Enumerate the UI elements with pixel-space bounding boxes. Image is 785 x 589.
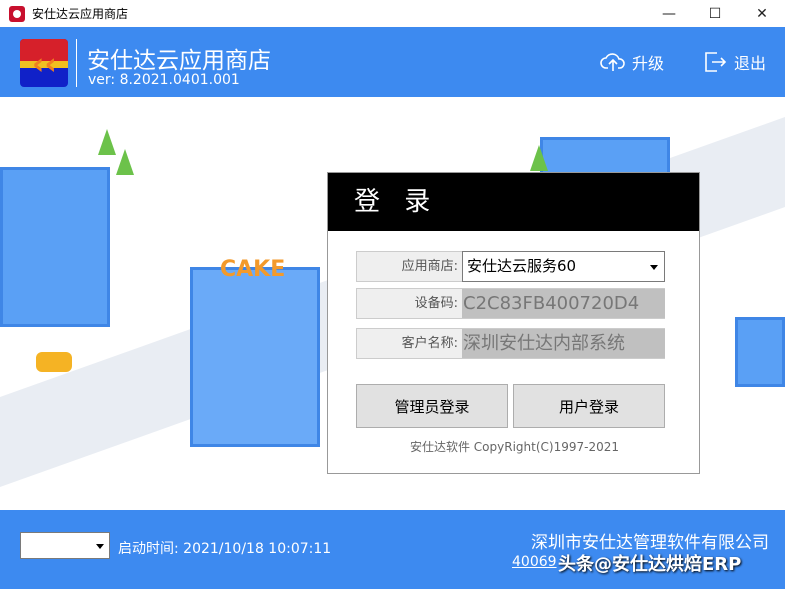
logout-icon — [705, 52, 727, 72]
customer-label: 客户名称: — [401, 336, 458, 351]
exit-button[interactable]: 退出 — [702, 49, 766, 75]
app-name: 安仕达云应用商店 — [87, 48, 271, 74]
maximize-button[interactable]: ☐ — [692, 0, 738, 27]
start-time: 启动时间: 2021/10/18 10:07:11 — [118, 541, 332, 557]
copyright: 安仕达软件 CopyRight(C)1997-2021 — [409, 440, 619, 454]
store-select[interactable]: 安仕达云服务60 — [462, 251, 665, 282]
cake-sign: CAKE — [220, 257, 286, 282]
store-label: 应用商店: — [401, 259, 458, 274]
header: ‹‹ 安仕达云应用商店 ver: 8.2021.0401.001 升级 退出 — [0, 27, 785, 97]
minimize-button[interactable]: — — [646, 0, 692, 27]
footer: 启动时间: 2021/10/18 10:07:11 深圳市安仕达管理软件有限公司… — [0, 510, 785, 589]
tree-icon — [116, 149, 134, 175]
device-code-field[interactable]: C2C83FB400720D4 — [462, 289, 665, 318]
app-icon — [9, 5, 25, 22]
exit-label: 退出 — [734, 54, 767, 73]
login-dialog: 登 录 应用商店: 安仕达云服务60 设备码: C2C83FB400720D4 … — [327, 172, 700, 474]
store-row: 应用商店: 安仕达云服务60 — [356, 251, 665, 282]
upgrade-label: 升级 — [632, 54, 665, 73]
tree-icon — [530, 145, 548, 171]
upgrade-button[interactable]: 升级 — [600, 49, 664, 75]
customer-name-field[interactable]: 深圳安仕达内部系统 — [462, 329, 665, 358]
close-button[interactable]: ✕ — [739, 0, 785, 27]
admin-login-button[interactable]: 管理员登录 — [356, 384, 508, 428]
logo-icon: ‹‹ — [20, 39, 68, 87]
window-title: 安仕达云应用商店 — [32, 7, 129, 21]
phone-link[interactable]: 40069 — [512, 554, 557, 570]
user-login-button[interactable]: 用户登录 — [513, 384, 665, 428]
chevron-down-icon — [650, 265, 658, 270]
tree-icon — [98, 129, 116, 155]
chevron-down-icon — [96, 544, 104, 549]
store-value: 安仕达云服务60 — [467, 257, 577, 275]
version: ver: 8.2021.0401.001 — [88, 72, 240, 88]
building — [0, 167, 110, 327]
building — [735, 317, 785, 387]
title-bar: 安仕达云应用商店 — ☐ ✕ — [0, 0, 785, 27]
device-label: 设备码: — [414, 296, 458, 311]
footer-select[interactable] — [20, 532, 110, 559]
divider — [76, 39, 77, 87]
device-row: 设备码: C2C83FB400720D4 — [356, 288, 665, 319]
car — [36, 352, 72, 372]
cake-shop — [190, 267, 320, 447]
cloud-upload-icon — [600, 53, 625, 71]
login-title: 登 录 — [328, 173, 699, 231]
watermark: 头条@安仕达烘焙ERP — [558, 554, 742, 575]
customer-row: 客户名称: 深圳安仕达内部系统 — [356, 328, 665, 359]
